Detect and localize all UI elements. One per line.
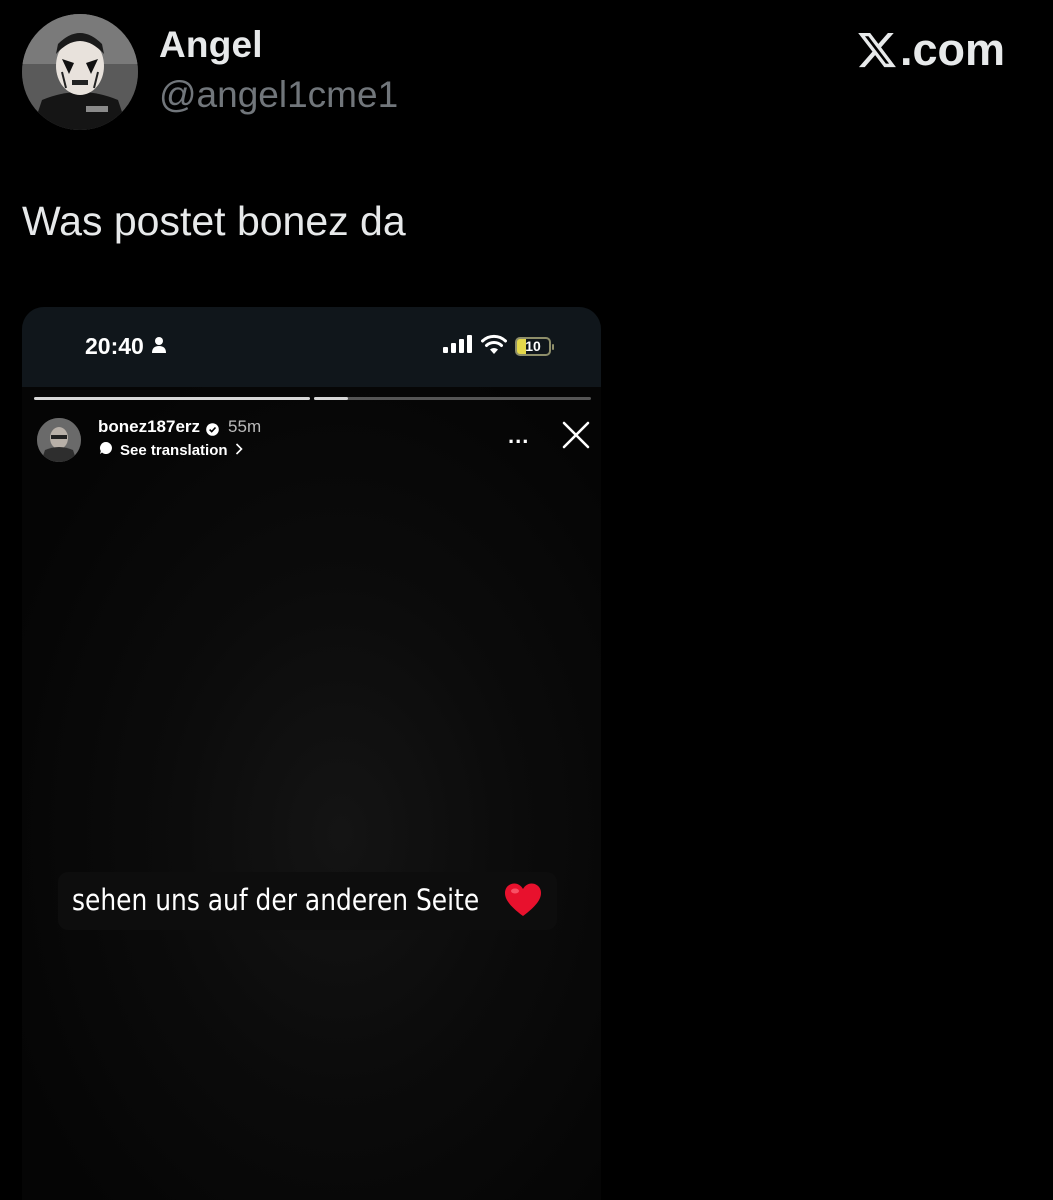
heart-emoji-icon	[503, 882, 543, 918]
verified-icon	[206, 421, 219, 436]
see-translation-label: See translation	[120, 441, 228, 459]
battery-level: 10	[525, 338, 541, 354]
tweet-text: Was postet bonez da	[22, 198, 406, 244]
x-logo-icon	[856, 29, 898, 71]
story-viewer[interactable]: bonez187erz 55m See translation ... sehe…	[22, 387, 601, 1200]
story-username[interactable]: bonez187erz	[98, 417, 200, 437]
close-icon[interactable]	[560, 419, 592, 451]
story-caption: sehen uns auf der anderen Seite	[58, 872, 558, 930]
avatar-image	[22, 14, 138, 130]
wifi-icon	[481, 334, 507, 359]
x-brand: .com	[856, 24, 1005, 76]
story-author-avatar[interactable]	[37, 418, 81, 462]
story-user-row[interactable]: bonez187erz 55m	[98, 417, 261, 437]
phone-status-bar: 20:40 10	[22, 307, 601, 387]
status-icons: 10	[443, 334, 554, 359]
story-progress-segment	[34, 397, 310, 400]
chevron-right-icon	[235, 442, 243, 459]
story-time-ago: 55m	[228, 417, 262, 436]
story-progress-segment	[314, 397, 591, 400]
brand-domain: .com	[899, 24, 1005, 75]
story-caption-text: sehen uns auf der anderen Seite	[72, 883, 480, 917]
signal-icon	[443, 335, 473, 358]
battery-icon: 10	[515, 337, 554, 356]
author-display-name[interactable]: Angel	[159, 24, 263, 66]
tweet-media[interactable]: 20:40 10 bonez187erz 55m See translation…	[22, 307, 601, 1200]
author-handle[interactable]: @angel1cme1	[159, 74, 398, 116]
person-icon	[151, 333, 167, 360]
author-avatar[interactable]	[22, 14, 138, 130]
status-time-group: 20:40	[85, 333, 167, 360]
see-translation-link[interactable]: See translation	[99, 441, 243, 459]
translate-bubble-icon	[99, 441, 113, 459]
status-time: 20:40	[85, 333, 144, 359]
more-icon[interactable]: ...	[508, 423, 529, 449]
